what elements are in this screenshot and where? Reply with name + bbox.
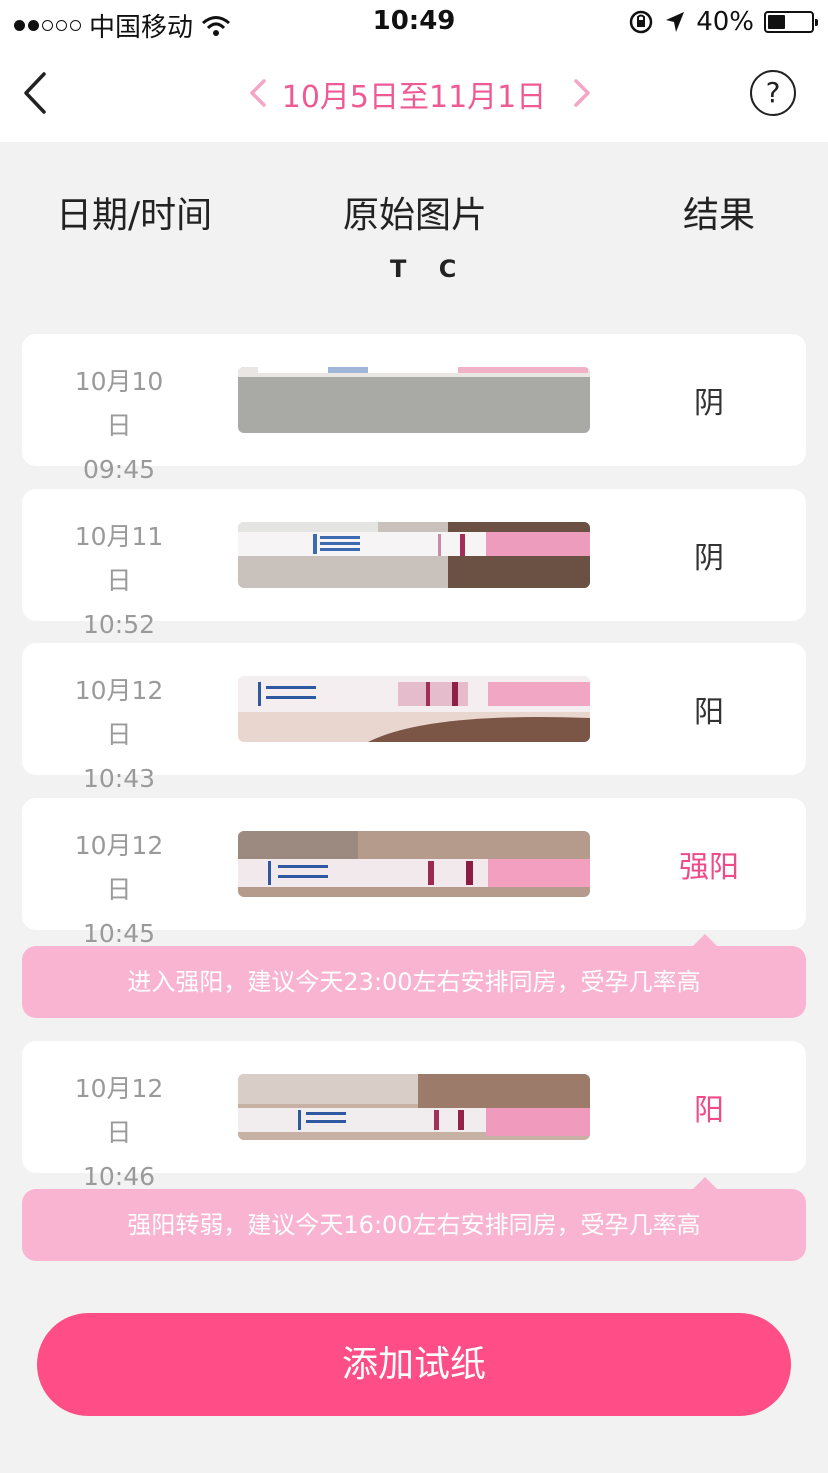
test-row[interactable]: 10月10日 09:45 阴 <box>22 334 806 484</box>
battery-percent: 40% <box>696 7 754 37</box>
row-result: 阴 <box>694 386 724 421</box>
chevron-right-icon <box>574 79 590 107</box>
test-row[interactable]: 10月12日 10:43 阳 <box>22 643 806 793</box>
advice-tip: 强阳转弱，建议今天16:00左右安排同房，受孕几率高 <box>22 1177 806 1261</box>
tip-pointer <box>692 1177 718 1190</box>
test-row[interactable]: 10月11日 10:52 阴 <box>22 489 806 639</box>
row-result: 阴 <box>694 541 724 576</box>
header-date-time: 日期/时间 <box>56 195 213 236</box>
location-arrow-icon <box>666 12 685 32</box>
status-bar: 中国移动 10:49 40% <box>0 0 828 46</box>
row-datetime: 10月10日 09:45 <box>64 360 174 492</box>
battery-level <box>768 15 785 29</box>
row-result: 阳 <box>694 1093 724 1128</box>
row-date: 10月12日 <box>74 831 164 904</box>
row-datetime: 10月12日 10:46 <box>64 1067 174 1199</box>
row-result: 阳 <box>694 695 724 730</box>
test-strip-image[interactable] <box>238 367 590 433</box>
row-date: 10月12日 <box>74 676 164 749</box>
next-range-button[interactable] <box>570 76 598 112</box>
row-time: 09:45 <box>82 455 156 484</box>
advice-text: 进入强阳，建议今天23:00左右安排同房，受孕几率高 <box>127 968 701 996</box>
status-right: 40% <box>628 7 818 37</box>
help-button[interactable]: ? <box>750 70 796 116</box>
test-row[interactable]: 10月12日 10:46 阳 <box>22 1041 806 1191</box>
row-time: 10:43 <box>82 764 156 793</box>
test-strip-image[interactable] <box>238 676 590 742</box>
test-strip-image[interactable] <box>238 1074 590 1140</box>
test-strip-image[interactable] <box>238 831 590 897</box>
row-datetime: 10月12日 10:45 <box>64 824 174 956</box>
row-datetime: 10月11日 10:52 <box>64 515 174 647</box>
row-date: 10月11日 <box>74 522 164 595</box>
row-date: 10月12日 <box>74 1074 164 1147</box>
tip-pointer <box>692 934 718 947</box>
row-result: 强阳 <box>679 850 739 885</box>
header-result: 结果 <box>683 195 756 236</box>
advice-tip: 进入强阳，建议今天23:00左右安排同房，受孕几率高 <box>22 934 806 1018</box>
row-datetime: 10月12日 10:43 <box>64 669 174 801</box>
header-original-image: 原始图片 <box>343 195 488 236</box>
nav-bar: 10月5日至11月1日 ? <box>0 46 828 142</box>
advice-text: 强阳转弱，建议今天16:00左右安排同房，受孕几率高 <box>127 1211 701 1239</box>
orientation-lock-icon <box>629 10 653 34</box>
test-row[interactable]: 10月12日 10:45 强阳 <box>22 798 806 948</box>
row-time: 10:52 <box>82 610 156 639</box>
row-date: 10月10日 <box>74 367 164 440</box>
battery-icon <box>764 11 818 33</box>
test-strip-image[interactable] <box>238 522 590 588</box>
tc-line-label: T C <box>390 255 469 283</box>
date-range-title: 10月5日至11月1日 <box>281 80 547 115</box>
add-test-strip-button[interactable]: 添加试纸 <box>37 1313 791 1416</box>
